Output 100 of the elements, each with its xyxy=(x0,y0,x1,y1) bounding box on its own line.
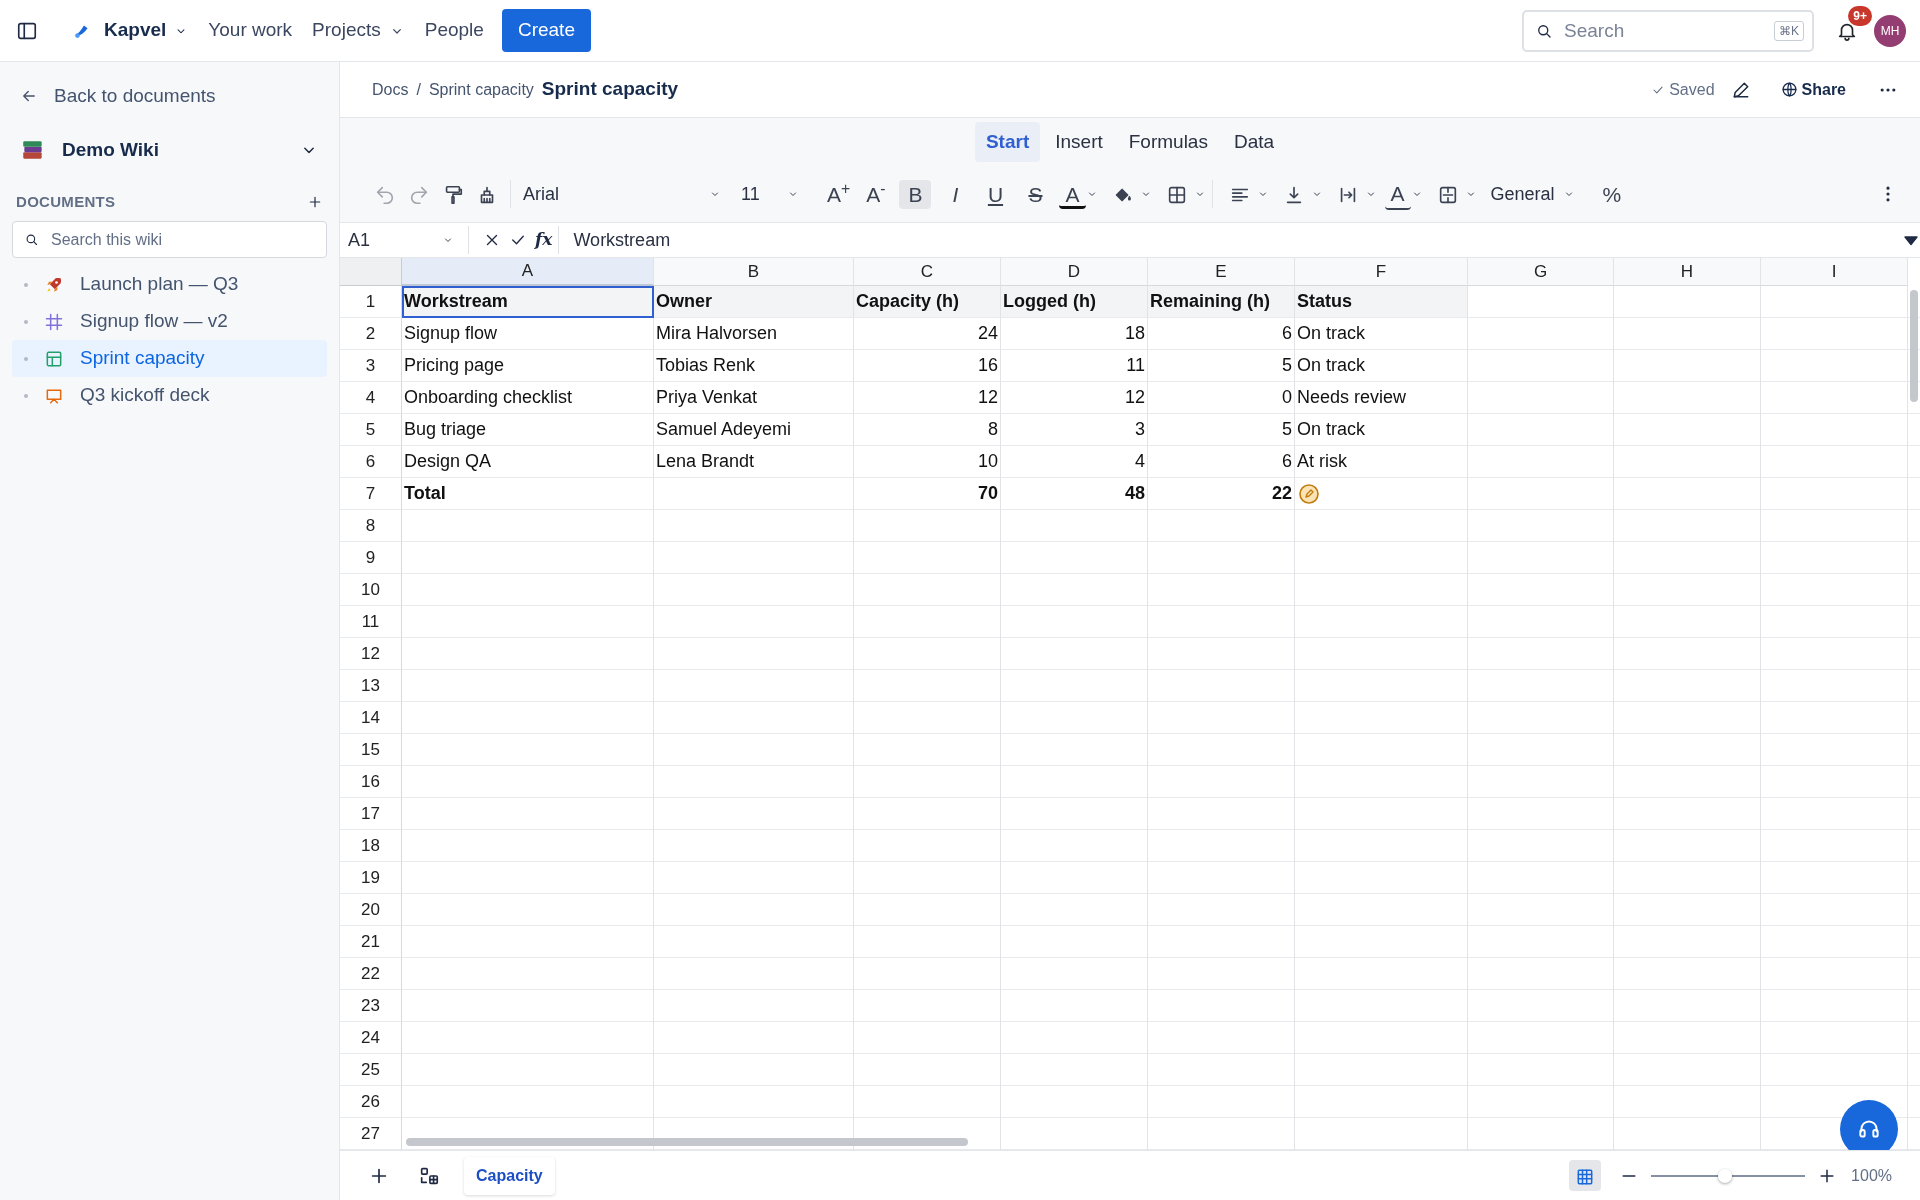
table-cell[interactable]: Tobias Renk xyxy=(654,350,854,382)
column-header[interactable]: I xyxy=(1761,258,1908,286)
table-cell[interactable]: Design QA xyxy=(402,446,654,478)
font-select[interactable]: Arial xyxy=(517,181,727,207)
column-header[interactable]: A xyxy=(402,258,654,286)
search-icon xyxy=(24,232,39,247)
table-cell[interactable]: Samuel Adeyemi xyxy=(654,414,854,446)
text-rotation-button[interactable]: A xyxy=(1384,178,1411,210)
brand-switcher[interactable]: Kapvel xyxy=(60,12,199,49)
table-cell[interactable]: Bug triage xyxy=(402,414,654,446)
shortcut-hint: ⌘K xyxy=(1774,20,1804,41)
table-cell[interactable]: Remaining (h) xyxy=(1148,286,1295,318)
increase-font-button[interactable]: A$^{+}$ xyxy=(821,179,857,209)
table-cell[interactable]: On track xyxy=(1295,318,1468,350)
table-cell[interactable]: 70 xyxy=(854,478,1001,510)
table-cell[interactable]: Pricing page xyxy=(402,350,654,382)
sidebar-item[interactable]: Launch plan — Q3 xyxy=(12,266,327,303)
italic-button[interactable]: I xyxy=(939,179,972,209)
column-header[interactable]: C xyxy=(854,258,1001,286)
table-cell[interactable]: 48 xyxy=(1001,478,1148,510)
create-button[interactable]: Create xyxy=(501,9,591,52)
zoom-level: 100% xyxy=(1851,1165,1892,1186)
ribbon-tab[interactable]: Formulas xyxy=(1117,121,1219,163)
column-header[interactable]: G xyxy=(1468,258,1614,286)
frame-icon xyxy=(44,311,64,332)
table-cell[interactable]: 6 xyxy=(1148,318,1295,350)
horizontal-scrollbar[interactable] xyxy=(406,1138,968,1146)
table-cell[interactable]: 18 xyxy=(1001,318,1148,350)
font-size-select[interactable]: 11 xyxy=(735,181,805,207)
column-header[interactable]: E xyxy=(1148,258,1295,286)
table-cell[interactable]: On track xyxy=(1295,350,1468,382)
column-header[interactable]: H xyxy=(1614,258,1761,286)
table-cell[interactable]: 10 xyxy=(854,446,1001,478)
number-format-select[interactable]: General xyxy=(1484,181,1581,207)
table-cell[interactable]: Mira Halvorsen xyxy=(654,318,854,350)
column-header[interactable]: D xyxy=(1001,258,1148,286)
ribbon-tab[interactable]: Data xyxy=(1222,121,1286,163)
table-cell[interactable]: Status xyxy=(1295,286,1468,318)
note-icon xyxy=(1297,481,1321,506)
table-cell[interactable]: 24 xyxy=(854,318,1001,350)
nav-link[interactable]: People xyxy=(414,12,494,49)
formula-input[interactable]: Workstream xyxy=(573,226,1902,254)
column-header[interactable]: F xyxy=(1295,258,1468,286)
column-header[interactable]: B xyxy=(654,258,854,286)
bold-button[interactable]: B xyxy=(899,179,932,209)
table-cell[interactable]: Workstream xyxy=(402,286,654,318)
slider-thumb[interactable] xyxy=(1718,1168,1732,1183)
table-cell[interactable]: 12 xyxy=(1001,382,1148,414)
sidebar-item[interactable]: Q3 kickoff deck xyxy=(12,377,327,414)
text-color-button[interactable]: A xyxy=(1059,179,1086,209)
nav-link[interactable]: Projects xyxy=(302,12,415,49)
name-box[interactable]: A1 xyxy=(340,226,462,254)
table-cell[interactable]: 6 xyxy=(1148,446,1295,478)
breadcrumb-link[interactable]: Docs xyxy=(372,77,409,102)
share-button[interactable]: Share xyxy=(1774,76,1852,103)
breadcrumb-separator: / xyxy=(416,79,421,100)
globe-icon xyxy=(1780,81,1798,98)
table-cell[interactable]: 4 xyxy=(1001,446,1148,478)
sidebar-item[interactable]: Sprint capacity xyxy=(12,340,327,377)
avatar[interactable]: MH xyxy=(1874,14,1906,47)
table-cell[interactable]: 8 xyxy=(854,414,1001,446)
back-link[interactable]: Back to documents xyxy=(12,78,327,114)
help-button[interactable] xyxy=(1840,1100,1898,1150)
table-cell[interactable]: 12 xyxy=(854,382,1001,414)
breadcrumb-link[interactable]: Sprint capacity xyxy=(428,77,534,102)
vertical-scrollbar[interactable] xyxy=(1910,290,1918,402)
table-cell[interactable]: Owner xyxy=(654,286,854,318)
table-cell[interactable]: 3 xyxy=(1001,414,1148,446)
ribbon-tab[interactable]: Start xyxy=(974,121,1041,163)
table-cell[interactable]: Signup flow xyxy=(402,318,654,350)
search-field[interactable]: Search this wiki xyxy=(12,221,327,258)
sheet-tab[interactable]: Capacity xyxy=(464,1156,555,1195)
table-cell[interactable]: 0 xyxy=(1148,382,1295,414)
space-name: Demo Wiki xyxy=(62,138,160,162)
table-cell[interactable]: 5 xyxy=(1148,414,1295,446)
table-cell[interactable]: Capacity (h) xyxy=(854,286,1001,318)
table-cell[interactable]: At risk xyxy=(1295,446,1468,478)
saved-status: Saved xyxy=(1669,79,1715,100)
table-cell[interactable]: Needs review xyxy=(1295,382,1468,414)
grid-view-button[interactable] xyxy=(1569,1160,1602,1191)
percent-button[interactable]: % xyxy=(1596,179,1628,209)
table-cell[interactable]: On track xyxy=(1295,414,1468,446)
notification-count: 9+ xyxy=(1848,6,1872,27)
document-title: Sprint capacity xyxy=(541,77,679,102)
strikethrough-button[interactable]: S xyxy=(1019,179,1052,209)
function-label: fx xyxy=(535,228,553,252)
table-cell[interactable]: 22 xyxy=(1148,478,1295,510)
sidebar-item[interactable]: Signup flow — v2 xyxy=(12,303,327,340)
table-cell[interactable]: 11 xyxy=(1001,350,1148,382)
table-cell[interactable]: Lena Brandt xyxy=(654,446,854,478)
underline-button[interactable]: U xyxy=(979,179,1012,209)
table-cell[interactable]: Logged (h) xyxy=(1001,286,1148,318)
decrease-font-button[interactable]: A$^{-}$ xyxy=(860,179,892,209)
ribbon-tab[interactable]: Insert xyxy=(1044,121,1114,163)
table-cell[interactable]: Priya Venkat xyxy=(654,382,854,414)
nav-link[interactable]: Your work xyxy=(198,12,303,49)
table-cell[interactable]: 16 xyxy=(854,350,1001,382)
table-cell[interactable]: Onboarding checklist xyxy=(402,382,654,414)
table-cell[interactable]: 5 xyxy=(1148,350,1295,382)
table-cell[interactable]: Total xyxy=(402,478,654,510)
